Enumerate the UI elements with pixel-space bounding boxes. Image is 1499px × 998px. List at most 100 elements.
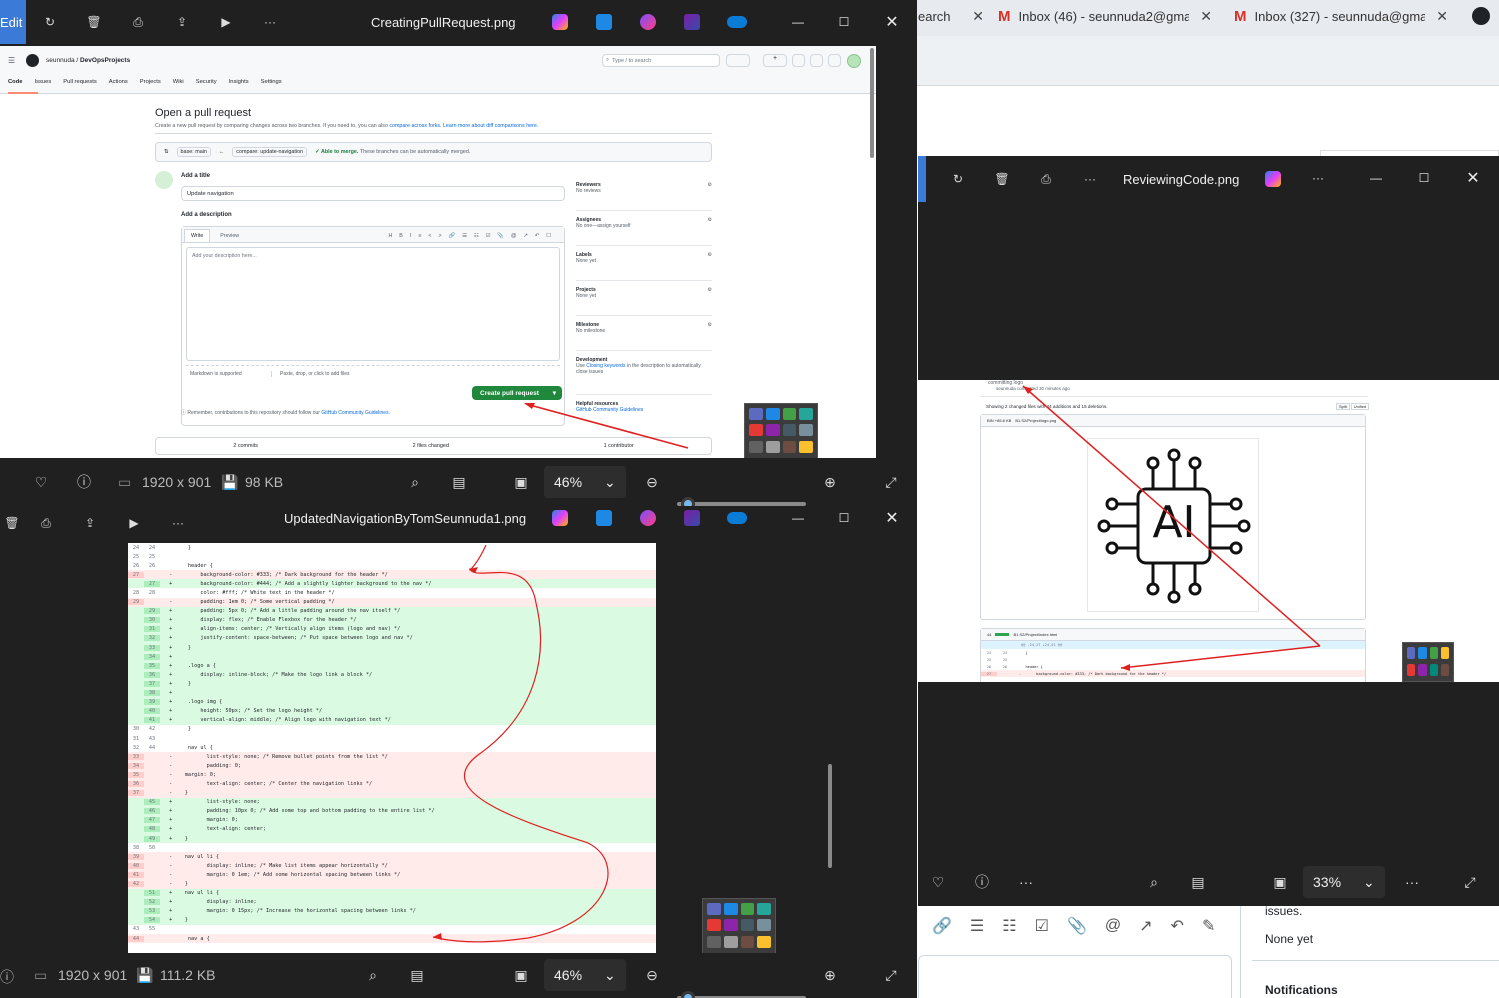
window-title: UpdatedNavigationByTomSeunnuda1.png xyxy=(284,511,527,526)
fullscreen-icon[interactable]: ⤢ xyxy=(1448,860,1492,904)
attach-icon[interactable]: 📎 xyxy=(1067,916,1087,936)
clipchamp-icon[interactable] xyxy=(640,510,656,526)
onedrive-icon[interactable] xyxy=(727,512,747,524)
mention-icon[interactable]: @ xyxy=(1105,917,1121,935)
browser-tab-inbox-46[interactable]: M Inbox (46) - seunnuda2@gmail. ✕ xyxy=(998,0,1212,32)
slideshow-icon[interactable]: ▶ xyxy=(112,506,156,545)
visual-search-icon[interactable]: ⌕ xyxy=(351,953,395,997)
rotate-icon[interactable]: ↻ xyxy=(936,157,980,201)
delete-icon[interactable]: 🗑 xyxy=(0,506,24,545)
none-yet-text: None yet xyxy=(1265,932,1314,946)
zoom-in-icon[interactable]: ⊕ xyxy=(808,953,852,997)
fit-screen-icon[interactable]: ▣ xyxy=(499,460,543,504)
close-icon[interactable]: ✕ xyxy=(1455,162,1491,194)
clipchamp-icon[interactable] xyxy=(640,14,656,30)
more-options-icon[interactable]: ··· xyxy=(1303,162,1333,194)
zoom-dropdown[interactable]: 46% ⌄ xyxy=(544,466,626,498)
zoom-slider-thumb[interactable] xyxy=(681,497,695,506)
system-tray-overlay xyxy=(744,403,818,459)
viewer-bottom-bar: ♡ ⓘ ▭ 1920 x 901 💾 98 KB ⌕ ▤ ▣ 46% ⌄ ⊖ ⊕… xyxy=(0,458,917,506)
filesize-icon: 💾 xyxy=(136,967,154,983)
red-arrow-annotation xyxy=(524,403,689,449)
copilot-icon[interactable] xyxy=(552,14,568,30)
onedrive-icon[interactable] xyxy=(727,16,747,28)
copilot-icon[interactable] xyxy=(1265,171,1281,187)
fullscreen-icon[interactable]: ⤢ xyxy=(869,460,913,504)
tab-close-icon[interactable]: ✕ xyxy=(972,8,984,25)
comment-box-fragment[interactable] xyxy=(918,955,1232,998)
zoom-out-icon[interactable]: ⊖ xyxy=(630,460,674,504)
favorite-icon[interactable]: ♡ xyxy=(918,860,960,904)
dimensions-icon: ▭ xyxy=(118,474,132,490)
more-options-icon[interactable]: ··· xyxy=(1068,157,1112,201)
fit-screen-icon[interactable]: ▣ xyxy=(499,953,543,997)
minimize-icon[interactable]: — xyxy=(1358,162,1394,194)
tab-close-icon[interactable]: ✕ xyxy=(1200,8,1212,25)
edit-icon[interactable]: ✎ xyxy=(1202,916,1215,936)
share-icon[interactable]: ⇪ xyxy=(68,506,112,545)
more-options-icon[interactable]: ··· xyxy=(248,0,292,44)
link-icon[interactable]: 🔗 xyxy=(932,916,952,936)
zoom-dropdown[interactable]: 46% ⌄ xyxy=(544,959,626,991)
text-extract-icon[interactable]: ▤ xyxy=(437,460,481,504)
image-dimensions: 1920 x 901 xyxy=(58,967,128,983)
edit-button-edge[interactable] xyxy=(918,156,926,202)
scrollbar[interactable] xyxy=(828,764,832,868)
browser-tab-inbox-327[interactable]: M Inbox (327) - seunnuda@gmail ✕ xyxy=(1234,0,1448,32)
zoom-out-icon[interactable]: ⊖ xyxy=(630,953,674,997)
zoom-dropdown[interactable]: 33% ⌄ xyxy=(1303,866,1385,898)
print-icon[interactable]: ⎙ xyxy=(24,506,68,545)
edit-label: Edit xyxy=(0,14,23,30)
more-options-icon[interactable]: ··· xyxy=(156,506,200,545)
bullet-list-icon[interactable]: ☷ xyxy=(1002,916,1016,936)
task-list-icon[interactable]: ☑ xyxy=(1035,916,1049,936)
viewer-bottom-bar: ♡ ⓘ ··· ⌕ ▤ ▣ 33% ⌄ ··· ⤢ xyxy=(918,858,1499,906)
numbered-list-icon[interactable]: ☰ xyxy=(970,916,984,936)
visual-search-icon[interactable]: ⌕ xyxy=(393,460,437,504)
close-icon[interactable]: ✕ xyxy=(874,6,910,38)
scrollbar[interactable] xyxy=(870,48,874,158)
maximize-icon[interactable]: ☐ xyxy=(1406,162,1442,194)
rotate-icon[interactable]: ↻ xyxy=(28,0,72,44)
zoom-in-icon[interactable]: ⊕ xyxy=(808,460,852,504)
print-icon[interactable]: ⎙ xyxy=(1024,157,1068,201)
info-icon[interactable]: ⓘ xyxy=(0,967,14,987)
zoom-slider-thumb[interactable] xyxy=(681,990,695,998)
share-icon[interactable]: ⇪ xyxy=(160,0,204,44)
text-extract-icon[interactable]: ▤ xyxy=(1176,860,1220,904)
minimize-icon[interactable]: — xyxy=(780,6,816,38)
video-editor-icon[interactable] xyxy=(684,510,700,526)
text-extract-icon[interactable]: ▤ xyxy=(395,953,439,997)
designer-icon[interactable] xyxy=(596,14,612,30)
zoom-value: 46% xyxy=(554,967,583,983)
close-icon[interactable]: ✕ xyxy=(874,506,910,530)
info-icon[interactable]: ⓘ xyxy=(62,460,106,504)
slideshow-icon[interactable]: ▶ xyxy=(204,0,248,44)
copilot-icon[interactable] xyxy=(552,510,568,526)
delete-icon[interactable]: 🗑 xyxy=(980,157,1024,201)
tab-close-icon[interactable]: ✕ xyxy=(1436,8,1448,25)
delete-icon[interactable]: 🗑 xyxy=(72,0,116,44)
reply-icon[interactable]: ↶ xyxy=(1171,916,1184,936)
edit-button[interactable]: Edit xyxy=(0,0,26,44)
visual-search-icon[interactable]: ⌕ xyxy=(1132,860,1176,904)
favorite-icon[interactable]: ♡ xyxy=(19,460,63,504)
fit-screen-icon[interactable]: ▣ xyxy=(1258,860,1302,904)
more-options-icon[interactable]: ··· xyxy=(1004,860,1048,904)
chevron-down-icon: ⌄ xyxy=(1363,873,1375,890)
maximize-icon[interactable]: ☐ xyxy=(826,6,862,38)
video-editor-icon[interactable] xyxy=(684,14,700,30)
fullscreen-icon[interactable]: ⤢ xyxy=(869,953,913,997)
minimize-icon[interactable]: — xyxy=(780,506,816,530)
designer-icon[interactable] xyxy=(596,510,612,526)
markdown-toolbar-fragment: 🔗 ☰ ☷ ☑ 📎 @ ↗ ↶ ✎ xyxy=(918,906,1238,946)
more-options-icon[interactable]: ··· xyxy=(1390,860,1434,904)
reference-icon[interactable]: ↗ xyxy=(1139,916,1152,936)
red-squiggle-annotation xyxy=(432,544,609,943)
info-icon[interactable]: ⓘ xyxy=(960,860,1004,904)
zoom-value: 46% xyxy=(554,474,583,490)
browser-tab-search[interactable]: earch ✕ xyxy=(918,0,984,32)
filesize-icon: 💾 xyxy=(221,474,239,490)
maximize-icon[interactable]: ☐ xyxy=(826,506,862,530)
print-icon[interactable]: ⎙ xyxy=(116,0,160,44)
